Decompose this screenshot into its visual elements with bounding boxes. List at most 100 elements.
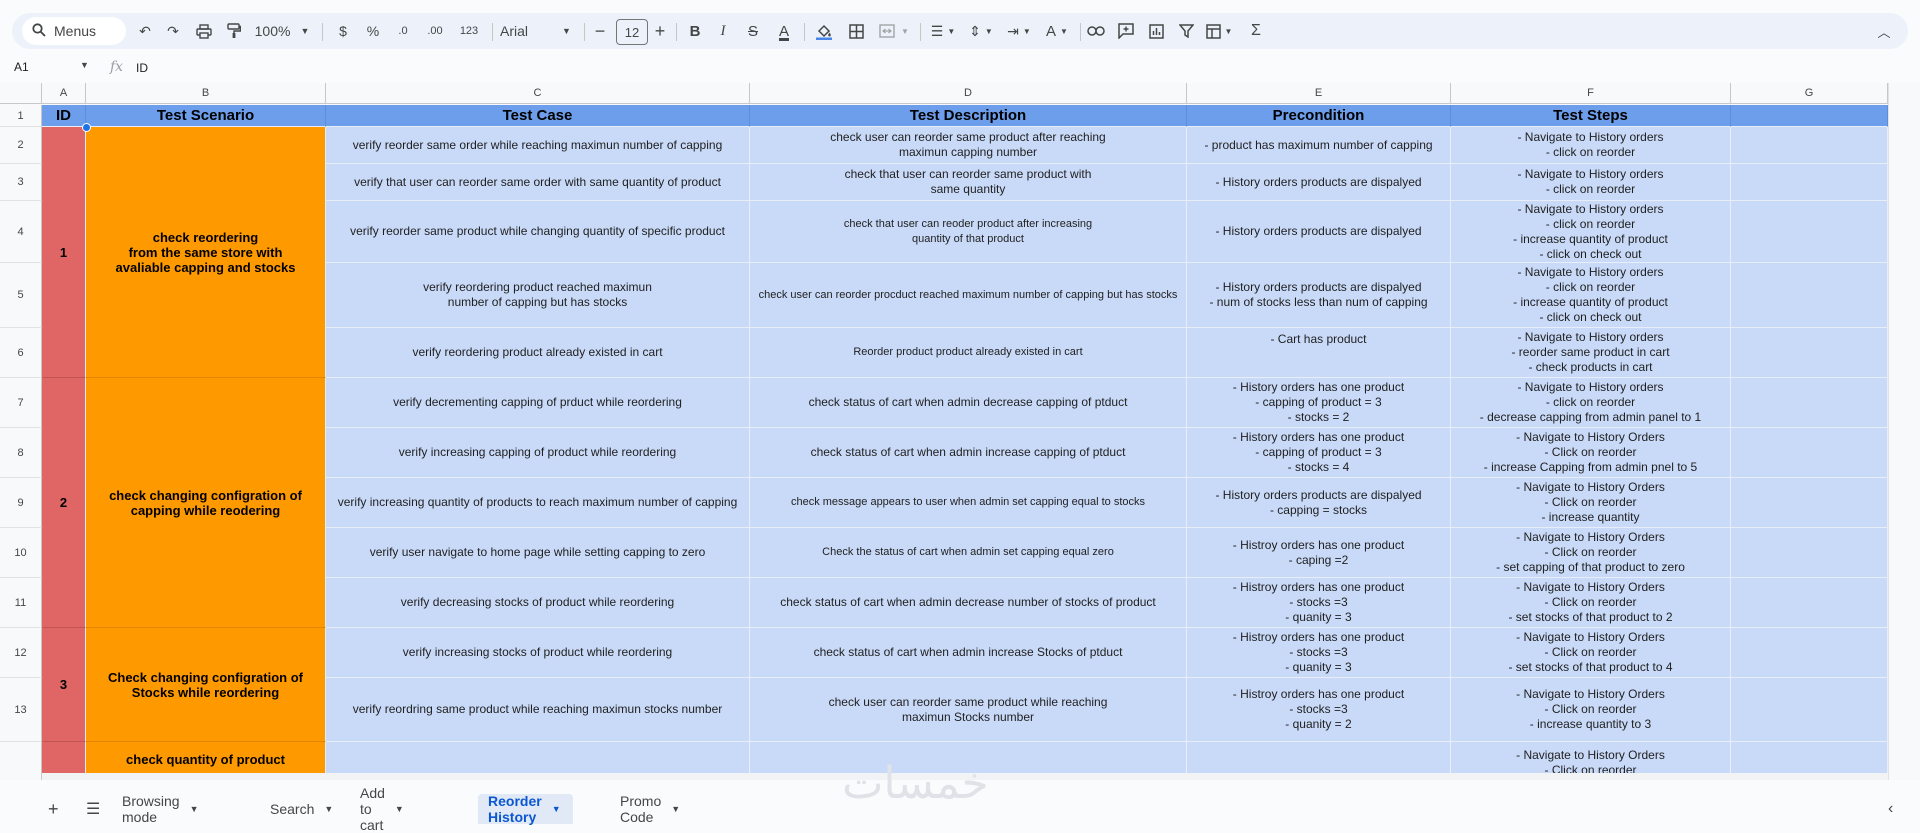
cell-h[interactable] xyxy=(1731,528,1888,578)
header-cell-precondition[interactable]: Precondition xyxy=(1187,105,1451,127)
undo-icon[interactable]: ↶ xyxy=(134,13,156,49)
bold-button[interactable]: B xyxy=(684,13,706,49)
text-color-button[interactable]: A xyxy=(772,13,796,49)
selection-handle[interactable] xyxy=(82,123,91,132)
percent-format-button[interactable]: % xyxy=(362,13,384,49)
cell-description[interactable]: check user can reorder same product afte… xyxy=(750,127,1187,164)
cell-description[interactable]: check status of cart when admin increase… xyxy=(750,628,1187,678)
all-sheets-menu-icon[interactable]: ☰ xyxy=(86,794,106,824)
column-header[interactable]: E xyxy=(1187,83,1451,104)
cell-case[interactable]: verify reordering product reached maximu… xyxy=(326,263,750,328)
select-all-corner[interactable] xyxy=(0,83,42,104)
text-rotation-button[interactable]: A ▼ xyxy=(1040,13,1074,49)
row-header[interactable] xyxy=(0,742,42,780)
cell-description[interactable]: check that user can reorder same product… xyxy=(750,164,1187,201)
cell-precondition[interactable]: - Histroy orders has one product - stock… xyxy=(1187,578,1451,628)
vertical-align-icon[interactable]: ⇕ ▼ xyxy=(964,13,998,49)
cell-case[interactable]: verify reorder same order while reaching… xyxy=(326,127,750,164)
cell-precondition[interactable]: - History orders products are dispalyed xyxy=(1187,164,1451,201)
cell-steps[interactable]: - Navigate to History Orders - Click on … xyxy=(1451,428,1731,478)
strikethrough-button[interactable]: S xyxy=(742,13,764,49)
name-box[interactable]: A1 xyxy=(14,60,29,74)
header-cell-description[interactable]: Test Description xyxy=(750,105,1187,127)
cell-description[interactable]: Reorder product product already existed … xyxy=(750,328,1187,378)
cell-h[interactable] xyxy=(1731,628,1888,678)
header-cell-h[interactable] xyxy=(1731,105,1888,127)
group-scenario-cell[interactable]: Check changing configration of Stocks wh… xyxy=(86,628,326,742)
cell-description[interactable]: Check the status of cart when admin set … xyxy=(750,528,1187,578)
cell-precondition[interactable]: - product has maximum number of capping xyxy=(1187,127,1451,164)
increase-decimal-button[interactable]: .00 xyxy=(420,13,450,49)
insert-chart-icon[interactable] xyxy=(1144,13,1168,49)
sheet-tab[interactable]: Add to cart ▼ xyxy=(360,785,404,833)
decrease-decimal-button[interactable]: .0 xyxy=(390,13,416,49)
row-header[interactable]: 8 xyxy=(0,428,42,478)
text-wrapping-icon[interactable]: ⇥ ▼ xyxy=(1002,13,1036,49)
cell-h[interactable] xyxy=(1731,201,1888,263)
vertical-scrollbar[interactable] xyxy=(1888,83,1920,780)
insert-link-icon[interactable] xyxy=(1084,13,1108,49)
group-id-cell[interactable]: 3 xyxy=(42,628,86,742)
cell-h[interactable] xyxy=(1731,678,1888,742)
row-header[interactable]: 11 xyxy=(0,578,42,628)
cell-description[interactable]: check status of cart when admin decrease… xyxy=(750,578,1187,628)
cell-case[interactable]: verify increasing quantity of products t… xyxy=(326,478,750,528)
group-id-cell[interactable]: 1 xyxy=(42,127,86,378)
header-cell-id[interactable]: ID xyxy=(42,105,86,127)
filter-icon[interactable] xyxy=(1174,13,1198,49)
cell-precondition[interactable]: - Histroy orders has one product - stock… xyxy=(1187,678,1451,742)
cell-case[interactable]: verify increasing capping of product whi… xyxy=(326,428,750,478)
formula-input[interactable]: ID xyxy=(136,61,148,75)
cell-h[interactable] xyxy=(1731,263,1888,328)
zoom-select[interactable]: 100% ▼ xyxy=(254,13,310,49)
group-scenario-cell[interactable]: check reordering from the same store wit… xyxy=(86,127,326,378)
italic-button[interactable]: I xyxy=(712,13,734,49)
group-scenario-cell[interactable]: check changing configration of capping w… xyxy=(86,378,326,628)
font-size-input[interactable]: 12 xyxy=(616,19,648,45)
cell-case[interactable]: verify increasing stocks of product whil… xyxy=(326,628,750,678)
row-header[interactable]: 1 xyxy=(0,105,42,127)
column-header[interactable]: A xyxy=(42,83,86,104)
cell-case[interactable]: verify decrementing capping of prduct wh… xyxy=(326,378,750,428)
cell-precondition[interactable]: - History orders has one product - cappi… xyxy=(1187,428,1451,478)
cell-steps[interactable]: - Navigate to History orders - click on … xyxy=(1451,263,1731,328)
cell-case[interactable]: verify reordring same product while reac… xyxy=(326,678,750,742)
sheet-tab[interactable]: Search ▼ xyxy=(270,794,333,824)
column-header[interactable]: F xyxy=(1451,83,1731,104)
cell-description[interactable]: check message appears to user when admin… xyxy=(750,478,1187,528)
menus-search-button[interactable]: Menus xyxy=(22,17,126,45)
cell-h[interactable] xyxy=(1731,478,1888,528)
cell-h[interactable] xyxy=(1731,578,1888,628)
cell-precondition[interactable]: - Histroy orders has one product - capin… xyxy=(1187,528,1451,578)
cell-steps[interactable]: - Navigate to History orders - click on … xyxy=(1451,378,1731,428)
spreadsheet-grid[interactable]: ABCDEFG 1 2 3 4 5 6 7 8 9 10 11 12 13 ID Test Scenari… xyxy=(0,83,1920,780)
cell-case[interactable]: verify decreasing stocks of product whil… xyxy=(326,578,750,628)
chevron-down-icon[interactable]: ▼ xyxy=(324,804,333,814)
row-header[interactable]: 5 xyxy=(0,263,42,328)
cell-description[interactable]: check user can reorder same product whil… xyxy=(750,678,1187,742)
cell-case[interactable]: verify user navigate to home page while … xyxy=(326,528,750,578)
cell-h[interactable] xyxy=(1731,328,1888,378)
row-header[interactable]: 12 xyxy=(0,628,42,678)
cell-steps[interactable]: - Navigate to History Orders - Click on … xyxy=(1451,628,1731,678)
cell-description[interactable]: check status of cart when admin increase… xyxy=(750,428,1187,478)
increase-font-size-button[interactable]: + xyxy=(650,13,670,49)
row-header[interactable]: 6 xyxy=(0,328,42,378)
merge-cells-icon[interactable]: ▼ xyxy=(874,13,914,49)
cell-description[interactable]: check status of cart when admin decrease… xyxy=(750,378,1187,428)
header-cell-case[interactable]: Test Case xyxy=(326,105,750,127)
cell-precondition[interactable]: - History orders has one product - cappi… xyxy=(1187,378,1451,428)
column-header[interactable]: C xyxy=(326,83,750,104)
cell-steps[interactable]: - Navigate to History Orders - Click on … xyxy=(1451,528,1731,578)
chevron-down-icon[interactable]: ▼ xyxy=(552,804,561,814)
cell-description[interactable]: check that user can reoder product after… xyxy=(750,201,1187,263)
row-header[interactable]: 4 xyxy=(0,201,42,263)
row-header[interactable]: 10 xyxy=(0,528,42,578)
insert-comment-icon[interactable] xyxy=(1114,13,1138,49)
cell-steps[interactable]: - Navigate to History Orders - Click on … xyxy=(1451,678,1731,742)
cell-precondition[interactable]: - History orders products are dispalyed … xyxy=(1187,263,1451,328)
chevron-down-icon[interactable]: ▼ xyxy=(190,804,199,814)
cell-steps[interactable]: - Navigate to History orders - reorder s… xyxy=(1451,328,1731,378)
more-formats-button[interactable]: 123 xyxy=(454,13,484,49)
row-header[interactable]: 13 xyxy=(0,678,42,742)
